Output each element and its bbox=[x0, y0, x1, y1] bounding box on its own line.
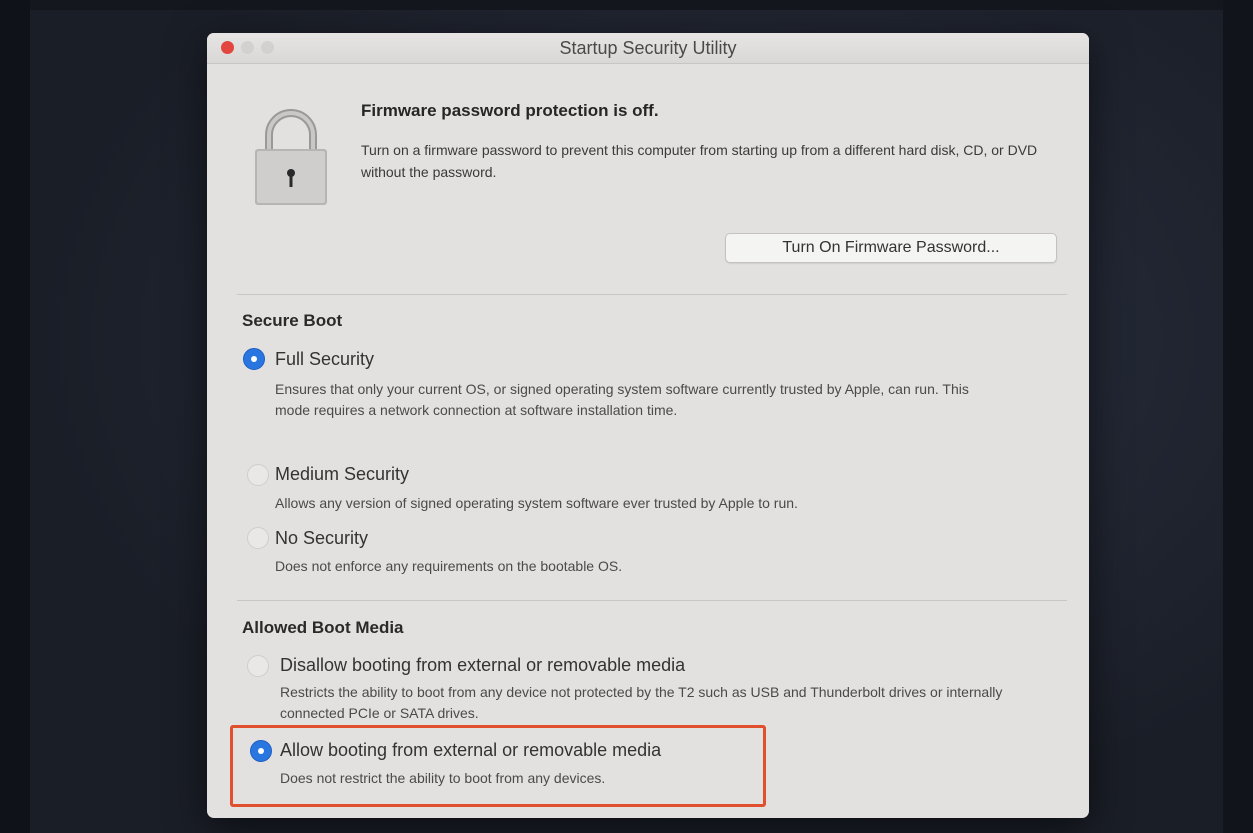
title-bar: Startup Security Utility bbox=[207, 33, 1089, 64]
no-security-label[interactable]: No Security bbox=[275, 528, 368, 549]
full-security-label[interactable]: Full Security bbox=[275, 349, 374, 370]
firmware-status-heading: Firmware password protection is off. bbox=[361, 101, 659, 120]
divider bbox=[237, 294, 1067, 295]
startup-security-window: Startup Security Utility Firmware passwo… bbox=[207, 33, 1089, 818]
lock-icon bbox=[251, 103, 331, 208]
no-security-radio[interactable] bbox=[247, 527, 269, 549]
medium-security-description: Allows any version of signed operating s… bbox=[275, 495, 798, 511]
monitor-bezel-right bbox=[1223, 0, 1253, 833]
disallow-external-boot-radio[interactable] bbox=[247, 655, 269, 677]
full-security-description: Ensures that only your current OS, or si… bbox=[275, 381, 969, 418]
turn-on-firmware-password-button[interactable]: Turn On Firmware Password... bbox=[725, 233, 1057, 263]
firmware-description: Turn on a firmware password to prevent t… bbox=[361, 142, 1038, 180]
monitor-bezel-top bbox=[0, 0, 1253, 10]
disallow-external-boot-description: Restricts the ability to boot from any d… bbox=[280, 684, 1003, 721]
allowed-boot-media-heading: Allowed Boot Media bbox=[242, 618, 404, 637]
window-title: Startup Security Utility bbox=[559, 38, 737, 58]
medium-security-radio[interactable] bbox=[247, 464, 269, 486]
secure-boot-heading: Secure Boot bbox=[242, 311, 343, 330]
full-security-radio[interactable] bbox=[243, 348, 265, 370]
medium-security-label[interactable]: Medium Security bbox=[275, 464, 409, 485]
selection-highlight-box bbox=[230, 725, 766, 807]
disallow-external-boot-label[interactable]: Disallow booting from external or remova… bbox=[280, 655, 685, 676]
monitor-bezel-left bbox=[0, 0, 30, 833]
divider bbox=[237, 600, 1067, 601]
no-security-description: Does not enforce any requirements on the… bbox=[275, 558, 623, 574]
